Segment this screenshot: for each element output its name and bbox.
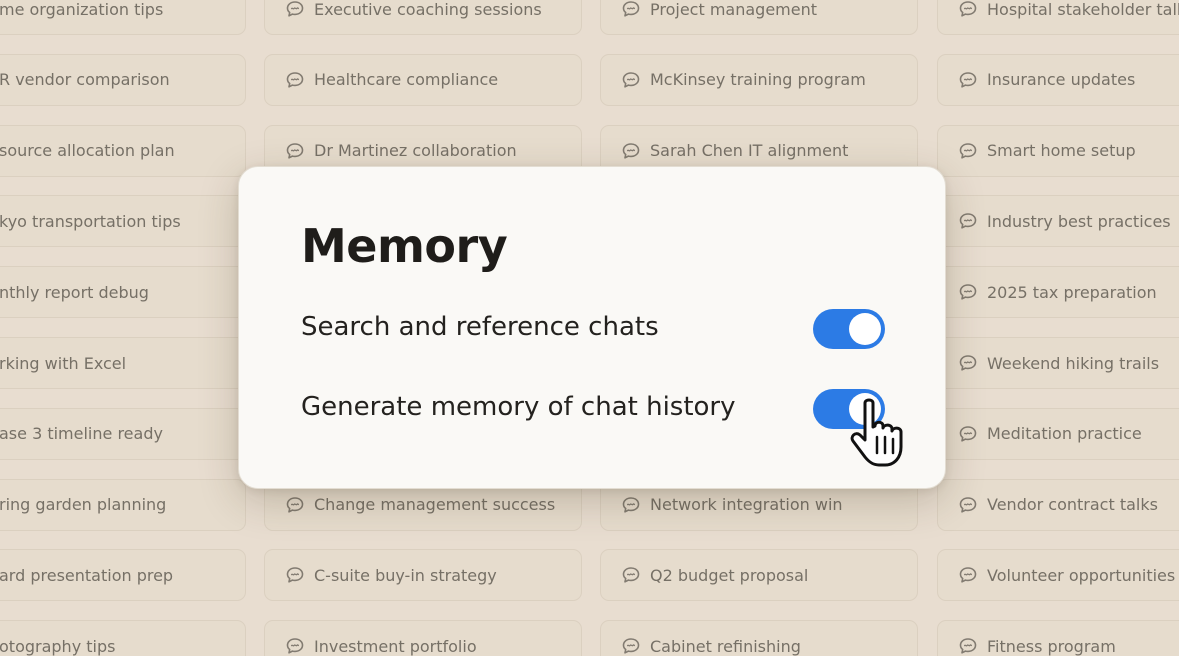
chat-chip-label: Smart home setup: [987, 141, 1136, 161]
chat-chip-label: ase 3 timeline ready: [0, 424, 163, 444]
memory-settings-card: Memory Search and reference chats Genera…: [238, 166, 946, 489]
chat-chip[interactable]: ard presentation prep: [0, 549, 246, 602]
chat-chip-label: 2025 tax preparation: [987, 282, 1157, 302]
chat-chip[interactable]: ase 3 timeline ready: [0, 407, 246, 460]
chat-chip[interactable]: Smart home setup: [937, 124, 1179, 177]
chat-bubble-icon: [958, 636, 978, 656]
chat-chip[interactable]: 2025 tax preparation: [937, 266, 1179, 319]
toggle-knob: [849, 313, 881, 345]
chat-chip-label: nthly report debug: [0, 282, 149, 302]
chat-chip[interactable]: McKinsey training program: [600, 53, 918, 106]
chat-chip-label: Vendor contract talks: [987, 495, 1158, 515]
chat-bubble-icon: [285, 636, 305, 656]
chat-chip[interactable]: Insurance updates: [937, 53, 1179, 106]
chat-chip[interactable]: kyo transportation tips: [0, 195, 246, 248]
chat-bubble-icon: [621, 495, 641, 515]
chat-chip[interactable]: Project management: [600, 0, 918, 35]
chat-chip[interactable]: me organization tips: [0, 0, 246, 35]
chat-chip[interactable]: Executive coaching sessions: [264, 0, 582, 35]
chat-bubble-icon: [958, 424, 978, 444]
chat-chip[interactable]: Investment portfolio: [264, 620, 582, 656]
chat-bubble-icon: [958, 211, 978, 231]
chat-bubble-icon: [285, 70, 305, 90]
chat-bubble-icon: [958, 282, 978, 302]
chat-chip-label: Industry best practices: [987, 211, 1171, 231]
chat-bubble-icon: [621, 141, 641, 161]
chat-bubble-icon: [621, 636, 641, 656]
chat-chip-label: R vendor comparison: [0, 70, 170, 90]
chat-bubble-icon: [285, 0, 305, 19]
chat-chip[interactable]: otography tips: [0, 620, 246, 656]
chat-chip-label: Executive coaching sessions: [314, 0, 542, 19]
generate-memory-label: Generate memory of chat history: [301, 392, 736, 422]
screen: me organization tips Executive coaching s…: [0, 0, 1179, 656]
chat-chip[interactable]: Meditation practice: [937, 407, 1179, 460]
chat-chip-label: Dr Martinez collaboration: [314, 141, 517, 161]
chat-chip[interactable]: rking with Excel: [0, 337, 246, 389]
chat-chip-label: Network integration win: [650, 495, 843, 515]
chat-chip-label: Meditation practice: [987, 424, 1142, 444]
chat-bubble-icon: [285, 495, 305, 515]
chat-chip-label: Q2 budget proposal: [650, 565, 809, 585]
chat-chip[interactable]: source allocation plan: [0, 124, 246, 177]
search-reference-chats-label: Search and reference chats: [301, 312, 659, 342]
chat-chip[interactable]: R vendor comparison: [0, 53, 246, 106]
chat-chip-label: McKinsey training program: [650, 70, 866, 90]
chat-bubble-icon: [958, 353, 978, 373]
chat-chip[interactable]: ring garden planning: [0, 478, 246, 531]
chat-chip-label: ring garden planning: [0, 495, 167, 515]
chat-chip-label: Insurance updates: [987, 70, 1136, 90]
chat-chip[interactable]: Vendor contract talks: [937, 478, 1179, 531]
hand-pointer-icon: [850, 398, 903, 467]
chat-chip-label: kyo transportation tips: [0, 211, 181, 231]
chat-chip-label: rking with Excel: [0, 353, 127, 373]
chat-chip-label: Project management: [650, 0, 818, 19]
chat-chip-label: Fitness program: [987, 636, 1116, 656]
chat-chip[interactable]: C-suite buy-in strategy: [264, 549, 582, 602]
chat-chip-label: me organization tips: [0, 0, 164, 19]
chat-chip[interactable]: Fitness program: [937, 620, 1179, 656]
chat-chip-label: Weekend hiking trails: [987, 353, 1160, 373]
chat-chip-label: Volunteer opportunities: [987, 565, 1176, 585]
chat-chip[interactable]: nthly report debug: [0, 266, 246, 319]
chat-chip[interactable]: Hospital stakeholder talk: [937, 0, 1179, 35]
chat-chip-label: source allocation plan: [0, 141, 175, 161]
chat-chip[interactable]: Healthcare compliance: [264, 53, 582, 106]
chat-chip[interactable]: Q2 budget proposal: [600, 549, 918, 602]
chat-bubble-icon: [958, 0, 978, 19]
search-reference-chats-toggle[interactable]: [813, 309, 885, 349]
chat-bubble-icon: [958, 565, 978, 585]
chat-chip-label: Healthcare compliance: [314, 70, 499, 90]
chat-chip[interactable]: Weekend hiking trails: [937, 337, 1179, 389]
chat-chip[interactable]: Cabinet refinishing: [600, 620, 918, 656]
chat-bubble-icon: [958, 70, 978, 90]
chat-bubble-icon: [285, 565, 305, 585]
chat-chip-label: otography tips: [0, 636, 116, 656]
chat-bubble-icon: [621, 0, 641, 19]
chat-bubble-icon: [958, 141, 978, 161]
chat-chip[interactable]: Volunteer opportunities: [937, 549, 1179, 602]
memory-title: Memory: [301, 219, 508, 273]
chat-bubble-icon: [621, 70, 641, 90]
chat-chip-label: ard presentation prep: [0, 565, 174, 585]
chat-chip-label: Sarah Chen IT alignment: [650, 141, 849, 161]
chat-bubble-icon: [621, 565, 641, 585]
chat-bubble-icon: [285, 141, 305, 161]
chat-chip-label: Investment portfolio: [314, 636, 477, 656]
chat-chip-label: Hospital stakeholder talk: [987, 0, 1179, 19]
chat-chip-label: C-suite buy-in strategy: [314, 565, 497, 585]
chat-bubble-icon: [958, 495, 978, 515]
chat-chip-label: Change management success: [314, 495, 556, 515]
chat-chip[interactable]: Industry best practices: [937, 195, 1179, 248]
chat-chip-label: Cabinet refinishing: [650, 636, 801, 656]
